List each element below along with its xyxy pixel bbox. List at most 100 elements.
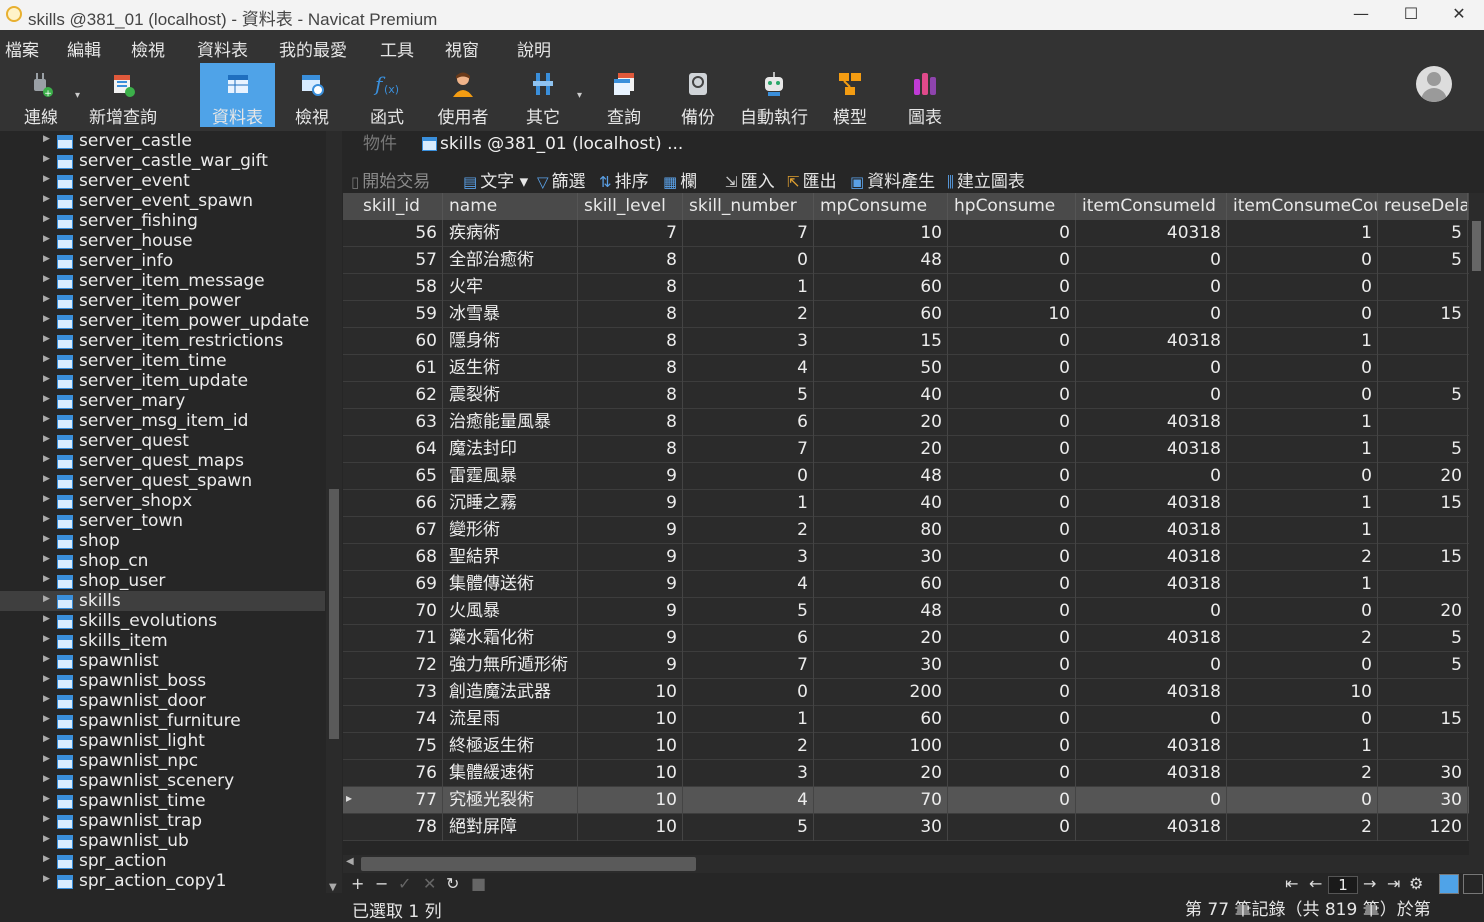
cell-item-consume-count[interactable]: 1 <box>1227 220 1378 247</box>
cell-name[interactable]: 魔法封印 <box>443 436 578 463</box>
cell-item-consume-count[interactable]: 0 <box>1227 301 1378 328</box>
menu-window[interactable]: 視窗 <box>445 36 479 61</box>
other-button[interactable]: 其它 <box>515 63 571 128</box>
expand-arrow-icon[interactable]: ▶ <box>43 714 50 724</box>
form-view-toggle[interactable] <box>1463 874 1483 894</box>
cell-reuse-delay[interactable]: 20 <box>1378 463 1468 490</box>
chart-button[interactable]: 圖表 <box>898 63 952 128</box>
cell-skill-number[interactable]: 7 <box>683 220 814 247</box>
cell-item-consume-count[interactable]: 1 <box>1227 571 1378 598</box>
cell-skill-id[interactable]: 70 <box>357 598 443 625</box>
cell-skill-level[interactable]: 8 <box>578 355 683 382</box>
sidebar-item-spawnlist-scenery[interactable]: ▶ spawnlist_scenery <box>0 771 325 791</box>
table-row[interactable]: 68 聖結界 9 3 30 0 40318 2 15 <box>343 544 1469 571</box>
sidebar-item-spawnlist-door[interactable]: ▶ spawnlist_door <box>0 691 325 711</box>
scroll-left-icon[interactable]: ◀ <box>346 856 354 867</box>
menu-favorites[interactable]: 我的最愛 <box>279 36 347 61</box>
minimize-button[interactable]: — <box>1338 0 1384 30</box>
cell-skill-level[interactable]: 8 <box>578 382 683 409</box>
table-row[interactable]: 57 全部治癒術 8 0 48 0 0 0 5 <box>343 247 1469 274</box>
cell-name[interactable]: 絕對屏障 <box>443 814 578 841</box>
cell-hp-consume[interactable]: 0 <box>948 220 1076 247</box>
expand-arrow-icon[interactable]: ▶ <box>43 414 50 424</box>
cell-name[interactable]: 冰雪暴 <box>443 301 578 328</box>
expand-arrow-icon[interactable]: ▶ <box>43 554 50 564</box>
expand-arrow-icon[interactable]: ▶ <box>43 334 50 344</box>
cell-mp-consume[interactable]: 60 <box>814 301 948 328</box>
cell-hp-consume[interactable]: 0 <box>948 571 1076 598</box>
cell-item-consume-count[interactable]: 0 <box>1227 598 1378 625</box>
expand-arrow-icon[interactable]: ▶ <box>43 754 50 764</box>
expand-arrow-icon[interactable]: ▶ <box>43 454 50 464</box>
cell-skill-number[interactable]: 4 <box>683 355 814 382</box>
cell-skill-number[interactable]: 3 <box>683 760 814 787</box>
table-row[interactable]: 56 疾病術 7 7 10 0 40318 1 5 <box>343 220 1469 247</box>
cell-name[interactable]: 雷霆風暴 <box>443 463 578 490</box>
sidebar-item-server-shopx[interactable]: ▶ server_shopx <box>0 491 325 511</box>
expand-arrow-icon[interactable]: ▶ <box>43 154 50 164</box>
cell-hp-consume[interactable]: 0 <box>948 517 1076 544</box>
tab-skills[interactable]: skills @381_01 (localhost) ... <box>420 131 684 157</box>
cell-mp-consume[interactable]: 60 <box>814 571 948 598</box>
cell-item-consume-id[interactable]: 0 <box>1076 787 1227 814</box>
cell-reuse-delay[interactable]: 15 <box>1378 301 1468 328</box>
table-row[interactable]: 76 集體緩速術 10 3 20 0 40318 2 30 <box>343 760 1469 787</box>
menu-table[interactable]: 資料表 <box>197 36 248 61</box>
expand-arrow-icon[interactable]: ▶ <box>43 514 50 524</box>
cell-skill-level[interactable]: 8 <box>578 274 683 301</box>
expand-arrow-icon[interactable]: ▶ <box>43 654 50 664</box>
cell-skill-number[interactable]: 0 <box>683 463 814 490</box>
cell-name[interactable]: 創造魔法武器 <box>443 679 578 706</box>
model-button[interactable]: 模型 <box>823 63 877 128</box>
cell-reuse-delay[interactable] <box>1378 733 1468 760</box>
expand-arrow-icon[interactable]: ▶ <box>43 874 50 884</box>
sidebar-item-skills[interactable]: ▶ skills <box>0 591 325 611</box>
sidebar-item-shop[interactable]: ▶ shop <box>0 531 325 551</box>
cell-reuse-delay[interactable] <box>1378 679 1468 706</box>
cell-hp-consume[interactable]: 0 <box>948 382 1076 409</box>
cell-skill-level[interactable]: 9 <box>578 625 683 652</box>
cell-mp-consume[interactable]: 20 <box>814 625 948 652</box>
cell-skill-level[interactable]: 9 <box>578 490 683 517</box>
cell-skill-level[interactable]: 10 <box>578 787 683 814</box>
sidebar-item-server-info[interactable]: ▶ server_info <box>0 251 325 271</box>
grid-hscroll-thumb[interactable] <box>361 857 696 871</box>
cell-reuse-delay[interactable] <box>1378 517 1468 544</box>
cell-item-consume-id[interactable]: 40318 <box>1076 733 1227 760</box>
cell-reuse-delay[interactable]: 15 <box>1378 706 1468 733</box>
table-row[interactable]: 70 火風暴 9 5 48 0 0 0 20 <box>343 598 1469 625</box>
sidebar-item-server-quest-maps[interactable]: ▶ server_quest_maps <box>0 451 325 471</box>
connect-button[interactable]: + 連線 <box>10 63 72 128</box>
cell-mp-consume[interactable]: 30 <box>814 652 948 679</box>
table-row[interactable]: 60 隱身術 8 3 15 0 40318 1 <box>343 328 1469 355</box>
table-row[interactable]: 61 返生術 8 4 50 0 0 0 <box>343 355 1469 382</box>
cell-item-consume-id[interactable]: 0 <box>1076 382 1227 409</box>
cell-skill-number[interactable]: 5 <box>683 814 814 841</box>
column-header-item-consume-id[interactable]: itemConsumeId <box>1076 193 1227 220</box>
expand-arrow-icon[interactable]: ▶ <box>43 374 50 384</box>
cell-skill-number[interactable]: 2 <box>683 301 814 328</box>
discard-changes-button[interactable]: ✕ <box>423 874 436 893</box>
cell-skill-id[interactable]: 68 <box>357 544 443 571</box>
sort-button[interactable]: ⇅ 排序 <box>599 167 649 192</box>
filter-button[interactable]: ▽ 篩選 <box>537 167 586 192</box>
expand-arrow-icon[interactable]: ▶ <box>43 474 50 484</box>
cell-skill-id[interactable]: 78 <box>357 814 443 841</box>
cell-skill-level[interactable]: 9 <box>578 517 683 544</box>
cell-skill-id[interactable]: 61 <box>357 355 443 382</box>
cell-reuse-delay[interactable]: 5 <box>1378 436 1468 463</box>
cell-skill-id[interactable]: 73 <box>357 679 443 706</box>
cell-skill-id[interactable]: 71 <box>357 625 443 652</box>
cell-mp-consume[interactable]: 15 <box>814 328 948 355</box>
cell-item-consume-id[interactable]: 40318 <box>1076 814 1227 841</box>
data-generation-button[interactable]: ▣ 資料產生 <box>850 167 935 192</box>
expand-arrow-icon[interactable]: ▶ <box>43 254 50 264</box>
cell-item-consume-count[interactable]: 0 <box>1227 787 1378 814</box>
cell-item-consume-count[interactable]: 2 <box>1227 814 1378 841</box>
table-row[interactable]: 63 治癒能量風暴 8 6 20 0 40318 1 <box>343 409 1469 436</box>
cell-skill-id[interactable]: 66 <box>357 490 443 517</box>
expand-arrow-icon[interactable]: ▶ <box>43 234 50 244</box>
cell-item-consume-count[interactable]: 1 <box>1227 328 1378 355</box>
cell-skill-level[interactable]: 10 <box>578 706 683 733</box>
cell-skill-number[interactable]: 5 <box>683 598 814 625</box>
